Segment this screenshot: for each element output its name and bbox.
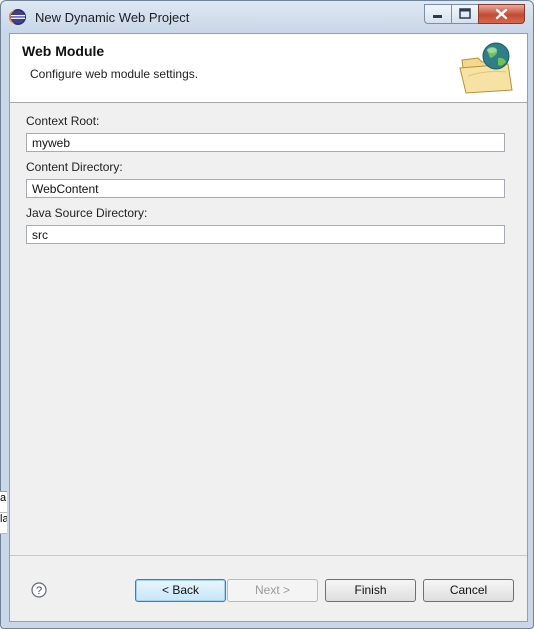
eclipse-icon [9, 9, 26, 25]
minimize-icon [433, 15, 442, 18]
title-bar[interactable]: New Dynamic Web Project [1, 1, 533, 33]
help-icon[interactable]: ? [31, 582, 47, 598]
footer-separator [10, 555, 527, 556]
background-window-fragment: a [0, 491, 7, 513]
dialog-window: New Dynamic Web Project Web Module Confi… [0, 0, 534, 629]
java-source-directory-input[interactable] [26, 225, 505, 244]
content-directory-label: Content Directory: [26, 160, 123, 174]
background-window-fragment: la [0, 513, 7, 534]
window-title: New Dynamic Web Project [35, 10, 190, 25]
dialog-client-area: Web Module Configure web module settings… [9, 33, 528, 622]
maximize-button[interactable] [451, 4, 478, 24]
cancel-button[interactable]: Cancel [423, 579, 514, 602]
page-description: Configure web module settings. [30, 67, 199, 81]
close-button[interactable] [478, 4, 525, 24]
context-root-input[interactable] [26, 133, 505, 152]
next-button[interactable]: Next > [227, 579, 318, 602]
java-source-directory-label: Java Source Directory: [26, 206, 148, 220]
minimize-button[interactable] [424, 4, 451, 24]
close-icon [495, 8, 508, 20]
wizard-header: Web Module Configure web module settings… [10, 34, 527, 103]
page-title: Web Module [22, 43, 105, 59]
maximize-icon [459, 8, 471, 19]
svg-text:?: ? [36, 585, 42, 597]
folder-globe-icon [459, 42, 513, 94]
back-button[interactable]: < Back [135, 579, 226, 602]
context-root-label: Context Root: [26, 114, 100, 128]
content-directory-input[interactable] [26, 179, 505, 198]
finish-button[interactable]: Finish [325, 579, 416, 602]
